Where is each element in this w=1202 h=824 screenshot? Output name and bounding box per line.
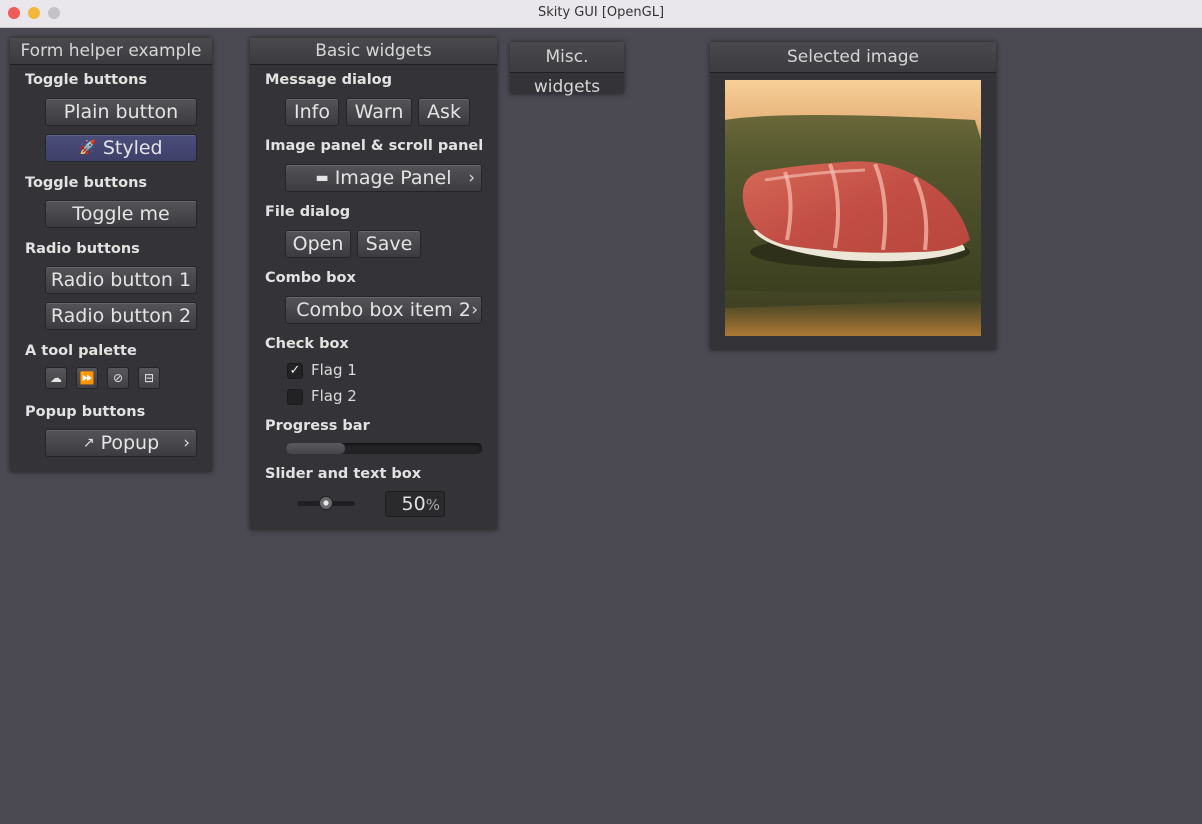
styled-button[interactable]: 🚀 Styled (45, 134, 197, 162)
flag-2-label[interactable]: Flag 2 (311, 387, 357, 405)
misc-widgets-title[interactable]: Misc. widgets (510, 42, 624, 97)
progress-bar-label: Progress bar (265, 418, 370, 434)
chevron-right-icon: › (183, 433, 190, 453)
save-button-label: Save (365, 233, 413, 255)
combo-box-value: Combo box item 2 (296, 299, 471, 321)
popup-buttons-label: Popup buttons (25, 404, 146, 420)
tool-palette-label: A tool palette (25, 343, 137, 359)
rocket-icon: 🚀 (79, 140, 97, 156)
open-button-label: Open (292, 233, 344, 255)
file-dialog-label: File dialog (265, 204, 351, 220)
plain-button[interactable]: Plain button (45, 98, 197, 126)
warn-button-label: Warn (354, 101, 404, 123)
styled-button-label: Styled (102, 137, 163, 159)
radio-button-1-label: Radio button 1 (50, 269, 192, 291)
compass-icon[interactable]: ⊘ (107, 367, 129, 389)
chevron-right-icon: › (468, 168, 475, 188)
radio-button-2[interactable]: Radio button 2 (45, 302, 197, 330)
radio-button-2-label: Radio button 2 (50, 305, 192, 327)
toggle-me-button[interactable]: Toggle me (45, 200, 197, 228)
progress-bar (286, 443, 482, 454)
combo-box-label: Combo box (265, 270, 356, 286)
selected-image-window: Selected image (710, 42, 996, 350)
close-window-button[interactable] (8, 7, 20, 19)
zoom-window-button[interactable] (48, 7, 60, 19)
slider-value-text: 50 (401, 493, 426, 515)
toggle-buttons-label: Toggle buttons (25, 72, 148, 88)
flag-1-checkbox[interactable]: ✓ (287, 363, 303, 379)
basic-widgets-window: Basic widgets Message dialog Info Warn A… (250, 38, 497, 530)
info-button-label: Info (294, 101, 330, 123)
popup-button-label: Popup (100, 432, 160, 454)
export-icon: ↗ (82, 435, 95, 451)
image-panel-button[interactable]: ▬ Image Panel › (285, 164, 482, 192)
slider-knob[interactable] (319, 496, 333, 510)
chevron-right-icon: › (471, 300, 478, 320)
fast-forward-icon[interactable]: ⏩ (76, 367, 98, 389)
misc-widgets-window: Misc. widgets (510, 42, 624, 97)
cloud-icon[interactable]: ☁ (45, 367, 67, 389)
toggle-buttons-label-2: Toggle buttons (25, 175, 148, 191)
progress-fill (286, 443, 345, 454)
plain-button-label: Plain button (63, 101, 179, 123)
flag-2-checkbox[interactable] (287, 389, 303, 405)
slider-text-box-label: Slider and text box (265, 466, 422, 482)
combo-box[interactable]: Combo box item 2 › (285, 296, 482, 324)
image-panel-button-label: Image Panel (334, 167, 452, 189)
save-button[interactable]: Save (357, 230, 421, 258)
basic-widgets-title[interactable]: Basic widgets (250, 38, 497, 65)
inbox-icon[interactable]: ⊟ (138, 367, 160, 389)
folder-icon: ▬ (315, 170, 329, 186)
open-button[interactable]: Open (285, 230, 351, 258)
radio-button-1[interactable]: Radio button 1 (45, 266, 197, 294)
slider-value-unit: % (425, 496, 440, 514)
info-button[interactable]: Info (285, 98, 339, 126)
message-dialog-label: Message dialog (265, 72, 393, 88)
image-panel-label: Image panel & scroll panel (265, 138, 484, 154)
warn-button[interactable]: Warn (346, 98, 412, 126)
ask-button-label: Ask (427, 101, 461, 123)
check-box-label: Check box (265, 336, 349, 352)
popup-button[interactable]: ↗ Popup › (45, 429, 197, 457)
minimize-window-button[interactable] (28, 7, 40, 19)
sushi-image (725, 80, 981, 336)
ask-button[interactable]: Ask (418, 98, 470, 126)
selected-image-title[interactable]: Selected image (710, 42, 996, 73)
app-title: Skity GUI [OpenGL] (537, 5, 665, 20)
radio-buttons-label: Radio buttons (25, 241, 140, 257)
form-helper-window: Form helper example Toggle buttons Plain… (10, 38, 212, 472)
slider-value-textbox[interactable]: 50% (385, 491, 445, 517)
toggle-me-label: Toggle me (72, 203, 170, 225)
form-helper-title[interactable]: Form helper example (10, 38, 212, 65)
window-titlebar: Skity GUI [OpenGL] (0, 0, 1202, 28)
flag-1-label[interactable]: Flag 1 (311, 361, 357, 379)
